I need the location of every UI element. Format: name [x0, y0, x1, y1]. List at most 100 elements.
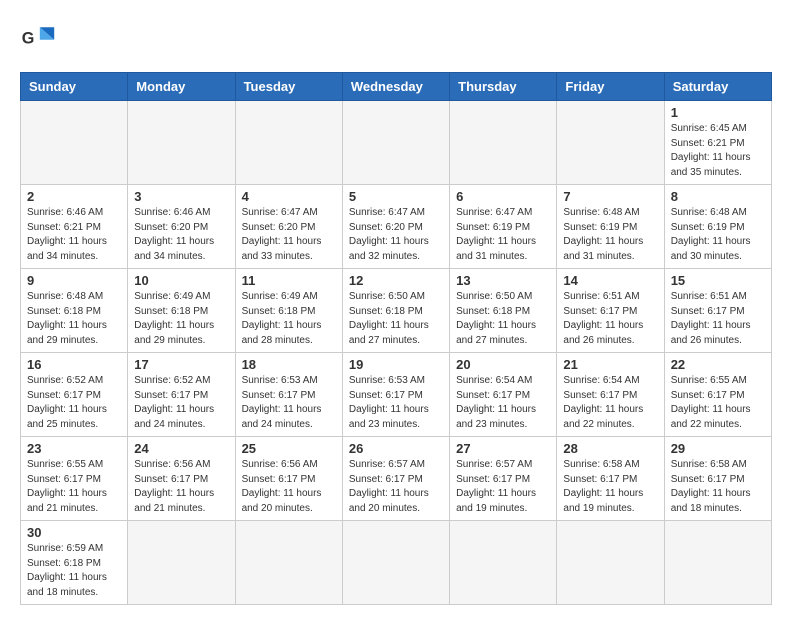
calendar-week-row: 2 Sunrise: 6:46 AM Sunset: 6:21 PM Daylig…	[21, 185, 772, 269]
day-info: Sunrise: 6:49 AM Sunset: 6:18 PM Dayligh…	[242, 290, 336, 348]
day-info: Sunrise: 6:46 AM Sunset: 6:21 PM Dayligh…	[27, 206, 121, 264]
day-number: 12	[349, 273, 443, 288]
day-number: 16	[27, 357, 121, 372]
calendar-day-cell: 19 Sunrise: 6:53 AM Sunset: 6:17 PM Dayli…	[342, 353, 449, 437]
day-info: Sunrise: 6:48 AM Sunset: 6:19 PM Dayligh…	[563, 206, 657, 264]
day-number: 17	[134, 357, 228, 372]
calendar-day-cell: 11 Sunrise: 6:49 AM Sunset: 6:18 PM Dayli…	[235, 269, 342, 353]
calendar-day-cell	[128, 101, 235, 185]
day-number: 11	[242, 273, 336, 288]
day-info: Sunrise: 6:54 AM Sunset: 6:17 PM Dayligh…	[456, 374, 550, 432]
logo-icon: G	[20, 20, 56, 56]
day-info: Sunrise: 6:57 AM Sunset: 6:17 PM Dayligh…	[456, 458, 550, 516]
calendar-week-row: 1 Sunrise: 6:45 AM Sunset: 6:21 PM Daylig…	[21, 101, 772, 185]
calendar-day-cell: 10 Sunrise: 6:49 AM Sunset: 6:18 PM Dayli…	[128, 269, 235, 353]
day-info: Sunrise: 6:48 AM Sunset: 6:19 PM Dayligh…	[671, 206, 765, 264]
day-info: Sunrise: 6:46 AM Sunset: 6:20 PM Dayligh…	[134, 206, 228, 264]
day-number: 14	[563, 273, 657, 288]
calendar-day-cell	[664, 521, 771, 605]
calendar-day-cell: 17 Sunrise: 6:52 AM Sunset: 6:17 PM Dayli…	[128, 353, 235, 437]
day-number: 7	[563, 189, 657, 204]
day-info: Sunrise: 6:55 AM Sunset: 6:17 PM Dayligh…	[671, 374, 765, 432]
calendar-day-cell	[235, 521, 342, 605]
calendar-week-row: 9 Sunrise: 6:48 AM Sunset: 6:18 PM Daylig…	[21, 269, 772, 353]
calendar-day-cell: 25 Sunrise: 6:56 AM Sunset: 6:17 PM Dayli…	[235, 437, 342, 521]
day-info: Sunrise: 6:56 AM Sunset: 6:17 PM Dayligh…	[242, 458, 336, 516]
day-info: Sunrise: 6:57 AM Sunset: 6:17 PM Dayligh…	[349, 458, 443, 516]
calendar-day-cell: 22 Sunrise: 6:55 AM Sunset: 6:17 PM Dayli…	[664, 353, 771, 437]
calendar-day-cell: 28 Sunrise: 6:58 AM Sunset: 6:17 PM Dayli…	[557, 437, 664, 521]
calendar-day-cell: 12 Sunrise: 6:50 AM Sunset: 6:18 PM Dayli…	[342, 269, 449, 353]
day-number: 3	[134, 189, 228, 204]
calendar-day-cell	[557, 521, 664, 605]
day-info: Sunrise: 6:50 AM Sunset: 6:18 PM Dayligh…	[349, 290, 443, 348]
day-number: 30	[27, 525, 121, 540]
day-info: Sunrise: 6:53 AM Sunset: 6:17 PM Dayligh…	[349, 374, 443, 432]
day-number: 10	[134, 273, 228, 288]
calendar-day-cell: 2 Sunrise: 6:46 AM Sunset: 6:21 PM Daylig…	[21, 185, 128, 269]
weekday-header: Friday	[557, 73, 664, 101]
calendar-day-cell: 30 Sunrise: 6:59 AM Sunset: 6:18 PM Dayli…	[21, 521, 128, 605]
weekday-header: Saturday	[664, 73, 771, 101]
day-number: 25	[242, 441, 336, 456]
day-number: 18	[242, 357, 336, 372]
day-info: Sunrise: 6:47 AM Sunset: 6:19 PM Dayligh…	[456, 206, 550, 264]
day-info: Sunrise: 6:59 AM Sunset: 6:18 PM Dayligh…	[27, 542, 121, 600]
day-info: Sunrise: 6:54 AM Sunset: 6:17 PM Dayligh…	[563, 374, 657, 432]
day-info: Sunrise: 6:51 AM Sunset: 6:17 PM Dayligh…	[563, 290, 657, 348]
calendar-day-cell: 3 Sunrise: 6:46 AM Sunset: 6:20 PM Daylig…	[128, 185, 235, 269]
day-number: 22	[671, 357, 765, 372]
calendar-day-cell: 7 Sunrise: 6:48 AM Sunset: 6:19 PM Daylig…	[557, 185, 664, 269]
day-number: 29	[671, 441, 765, 456]
day-info: Sunrise: 6:52 AM Sunset: 6:17 PM Dayligh…	[27, 374, 121, 432]
calendar-week-row: 23 Sunrise: 6:55 AM Sunset: 6:17 PM Dayli…	[21, 437, 772, 521]
calendar-day-cell: 29 Sunrise: 6:58 AM Sunset: 6:17 PM Dayli…	[664, 437, 771, 521]
day-number: 24	[134, 441, 228, 456]
day-info: Sunrise: 6:49 AM Sunset: 6:18 PM Dayligh…	[134, 290, 228, 348]
calendar-day-cell: 15 Sunrise: 6:51 AM Sunset: 6:17 PM Dayli…	[664, 269, 771, 353]
weekday-header: Monday	[128, 73, 235, 101]
weekday-header: Sunday	[21, 73, 128, 101]
day-number: 26	[349, 441, 443, 456]
day-info: Sunrise: 6:58 AM Sunset: 6:17 PM Dayligh…	[563, 458, 657, 516]
day-number: 9	[27, 273, 121, 288]
day-info: Sunrise: 6:47 AM Sunset: 6:20 PM Dayligh…	[349, 206, 443, 264]
calendar-day-cell	[557, 101, 664, 185]
day-info: Sunrise: 6:55 AM Sunset: 6:17 PM Dayligh…	[27, 458, 121, 516]
day-number: 19	[349, 357, 443, 372]
calendar-day-cell: 24Sunrise: 6:56 AM Sunset: 6:17 PM Dayli…	[128, 437, 235, 521]
calendar-day-cell: 26 Sunrise: 6:57 AM Sunset: 6:17 PM Dayli…	[342, 437, 449, 521]
calendar-day-cell: 13Sunrise: 6:50 AM Sunset: 6:18 PM Dayli…	[450, 269, 557, 353]
calendar-day-cell: 18 Sunrise: 6:53 AM Sunset: 6:17 PM Dayli…	[235, 353, 342, 437]
calendar-day-cell: 27Sunrise: 6:57 AM Sunset: 6:17 PM Dayli…	[450, 437, 557, 521]
calendar-week-row: 30 Sunrise: 6:59 AM Sunset: 6:18 PM Dayli…	[21, 521, 772, 605]
day-info: Sunrise: 6:45 AM Sunset: 6:21 PM Dayligh…	[671, 122, 765, 180]
day-info: Sunrise: 6:53 AM Sunset: 6:17 PM Dayligh…	[242, 374, 336, 432]
day-number: 5	[349, 189, 443, 204]
calendar-day-cell	[450, 521, 557, 605]
day-info: Sunrise: 6:58 AM Sunset: 6:17 PM Dayligh…	[671, 458, 765, 516]
svg-text:G: G	[22, 29, 35, 47]
weekday-header-row: SundayMondayTuesdayWednesdayThursdayFrid…	[21, 73, 772, 101]
day-info: Sunrise: 6:48 AM Sunset: 6:18 PM Dayligh…	[27, 290, 121, 348]
day-number: 13	[456, 273, 550, 288]
day-info: Sunrise: 6:51 AM Sunset: 6:17 PM Dayligh…	[671, 290, 765, 348]
day-number: 15	[671, 273, 765, 288]
weekday-header: Wednesday	[342, 73, 449, 101]
calendar-day-cell: 8Sunrise: 6:48 AM Sunset: 6:19 PM Daylig…	[664, 185, 771, 269]
logo: G	[20, 20, 62, 56]
day-number: 2	[27, 189, 121, 204]
day-number: 28	[563, 441, 657, 456]
calendar-day-cell: 4Sunrise: 6:47 AM Sunset: 6:20 PM Daylig…	[235, 185, 342, 269]
day-number: 23	[27, 441, 121, 456]
calendar-day-cell: 1 Sunrise: 6:45 AM Sunset: 6:21 PM Daylig…	[664, 101, 771, 185]
weekday-header: Tuesday	[235, 73, 342, 101]
calendar-day-cell	[235, 101, 342, 185]
day-number: 1	[671, 105, 765, 120]
day-info: Sunrise: 6:52 AM Sunset: 6:17 PM Dayligh…	[134, 374, 228, 432]
calendar-table: SundayMondayTuesdayWednesdayThursdayFrid…	[20, 72, 772, 605]
day-number: 6	[456, 189, 550, 204]
calendar-week-row: 16 Sunrise: 6:52 AM Sunset: 6:17 PM Dayli…	[21, 353, 772, 437]
calendar-day-cell	[21, 101, 128, 185]
calendar-day-cell: 9 Sunrise: 6:48 AM Sunset: 6:18 PM Daylig…	[21, 269, 128, 353]
